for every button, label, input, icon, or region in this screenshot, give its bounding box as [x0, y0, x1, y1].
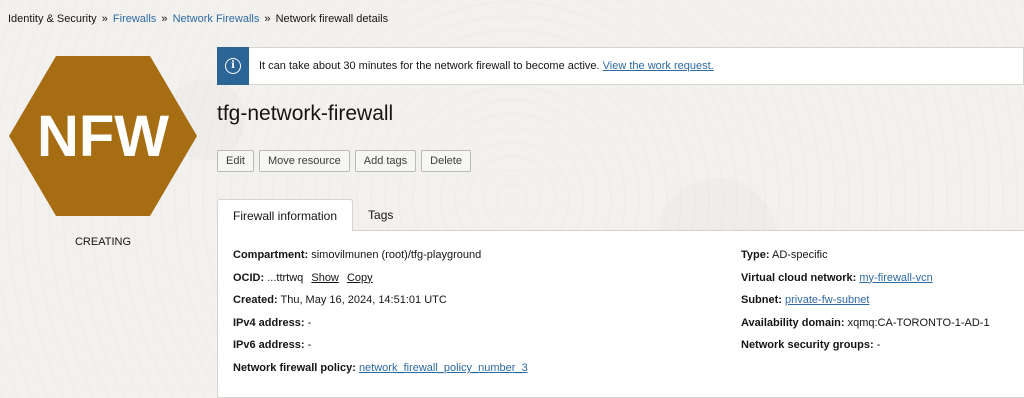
breadcrumb-network-firewalls-link[interactable]: Network Firewalls	[173, 13, 260, 25]
type-row: Type: AD-specific	[741, 244, 990, 267]
edit-button[interactable]: Edit	[217, 150, 254, 172]
ocid-show-link[interactable]: Show	[311, 272, 339, 284]
policy-label: Network firewall policy:	[233, 361, 356, 374]
nsg-row: Network security groups: -	[741, 334, 990, 357]
tab-tags[interactable]: Tags	[353, 199, 408, 230]
info-icon: i	[225, 57, 241, 74]
breadcrumb-separator: »	[161, 13, 168, 25]
add-tags-button[interactable]: Add tags	[354, 150, 417, 172]
vcn-label: Virtual cloud network:	[741, 271, 857, 284]
ipv4-row: IPv4 address: -	[233, 312, 528, 335]
ipv6-label: IPv6 address:	[233, 339, 305, 352]
delete-button[interactable]: Delete	[421, 150, 471, 172]
breadcrumb-separator: »	[264, 13, 271, 25]
details-left-column: Compartment: simovilmunen (root)/tfg-pla…	[233, 244, 528, 380]
breadcrumb-separator: »	[101, 13, 108, 25]
compartment-label: Compartment:	[233, 249, 309, 261]
subnet-link[interactable]: private-fw-subnet	[785, 294, 869, 306]
compartment-row: Compartment: simovilmunen (root)/tfg-pla…	[233, 244, 528, 267]
type-label: Type:	[741, 249, 770, 261]
alert-message: It can take about 30 minutes for the net…	[259, 60, 600, 72]
vcn-link[interactable]: my-firewall-vcn	[859, 272, 932, 284]
availability-domain-value: xqmq:CA-TORONTO-1-AD-1	[847, 316, 990, 329]
resource-hexagon-icon: NFW	[9, 56, 197, 216]
nsg-label: Network security groups:	[741, 339, 874, 352]
breadcrumb-identity-security: Identity & Security	[8, 13, 97, 25]
ipv6-value: -	[307, 339, 312, 352]
availability-domain-row: Availability domain: xqmq:CA-TORONTO-1-A…	[741, 312, 990, 335]
subnet-label: Subnet:	[741, 294, 782, 307]
lifecycle-state: CREATING	[74, 236, 132, 248]
compartment-value: simovilmunen (root)/tfg-playground	[311, 249, 482, 261]
ocid-row: OCID: ...ttrtwq Show Copy	[233, 267, 528, 290]
alert-text: It can take about 30 minutes for the net…	[259, 60, 714, 72]
ocid-value: ...ttrtwq	[267, 271, 304, 284]
info-alert: i It can take about 30 minutes for the n…	[217, 46, 1024, 85]
policy-row: Network firewall policy: network_firewal…	[233, 357, 528, 380]
action-bar: Edit Move resource Add tags Delete	[217, 150, 471, 172]
ocid-label: OCID:	[233, 271, 265, 284]
hexagon-label: NFW	[37, 104, 169, 169]
created-label: Created:	[233, 294, 278, 307]
move-resource-button[interactable]: Move resource	[258, 150, 350, 172]
ipv4-label: IPv4 address:	[233, 316, 305, 329]
details-right-column: Type: AD-specific Virtual cloud network:…	[741, 244, 990, 357]
page-title: tfg-network-firewall	[217, 102, 394, 125]
details-panel: Compartment: simovilmunen (root)/tfg-pla…	[217, 230, 1024, 398]
type-value: AD-specific	[771, 249, 828, 261]
vcn-row: Virtual cloud network: my-firewall-vcn	[741, 267, 990, 290]
tab-bar: Firewall information Tags	[217, 199, 408, 231]
ocid-copy-link[interactable]: Copy	[347, 272, 373, 284]
breadcrumb-firewalls-link[interactable]: Firewalls	[113, 13, 156, 25]
created-value: Thu, May 16, 2024, 14:51:01 UTC	[280, 294, 447, 307]
view-work-request-link[interactable]: View the work request.	[603, 60, 714, 72]
created-row: Created: Thu, May 16, 2024, 14:51:01 UTC	[233, 289, 528, 312]
breadcrumb: Identity & Security » Firewalls » Networ…	[8, 13, 388, 25]
breadcrumb-current: Network firewall details	[275, 13, 389, 25]
nsg-value: -	[876, 339, 881, 352]
ipv6-row: IPv6 address: -	[233, 334, 528, 357]
tab-firewall-information[interactable]: Firewall information	[217, 199, 354, 231]
availability-domain-label: Availability domain:	[741, 316, 845, 329]
subnet-row: Subnet: private-fw-subnet	[741, 289, 990, 312]
policy-link[interactable]: network_firewall_policy_number_3	[359, 362, 528, 374]
alert-icon-bar: i	[217, 46, 249, 85]
ipv4-value: -	[307, 316, 312, 329]
